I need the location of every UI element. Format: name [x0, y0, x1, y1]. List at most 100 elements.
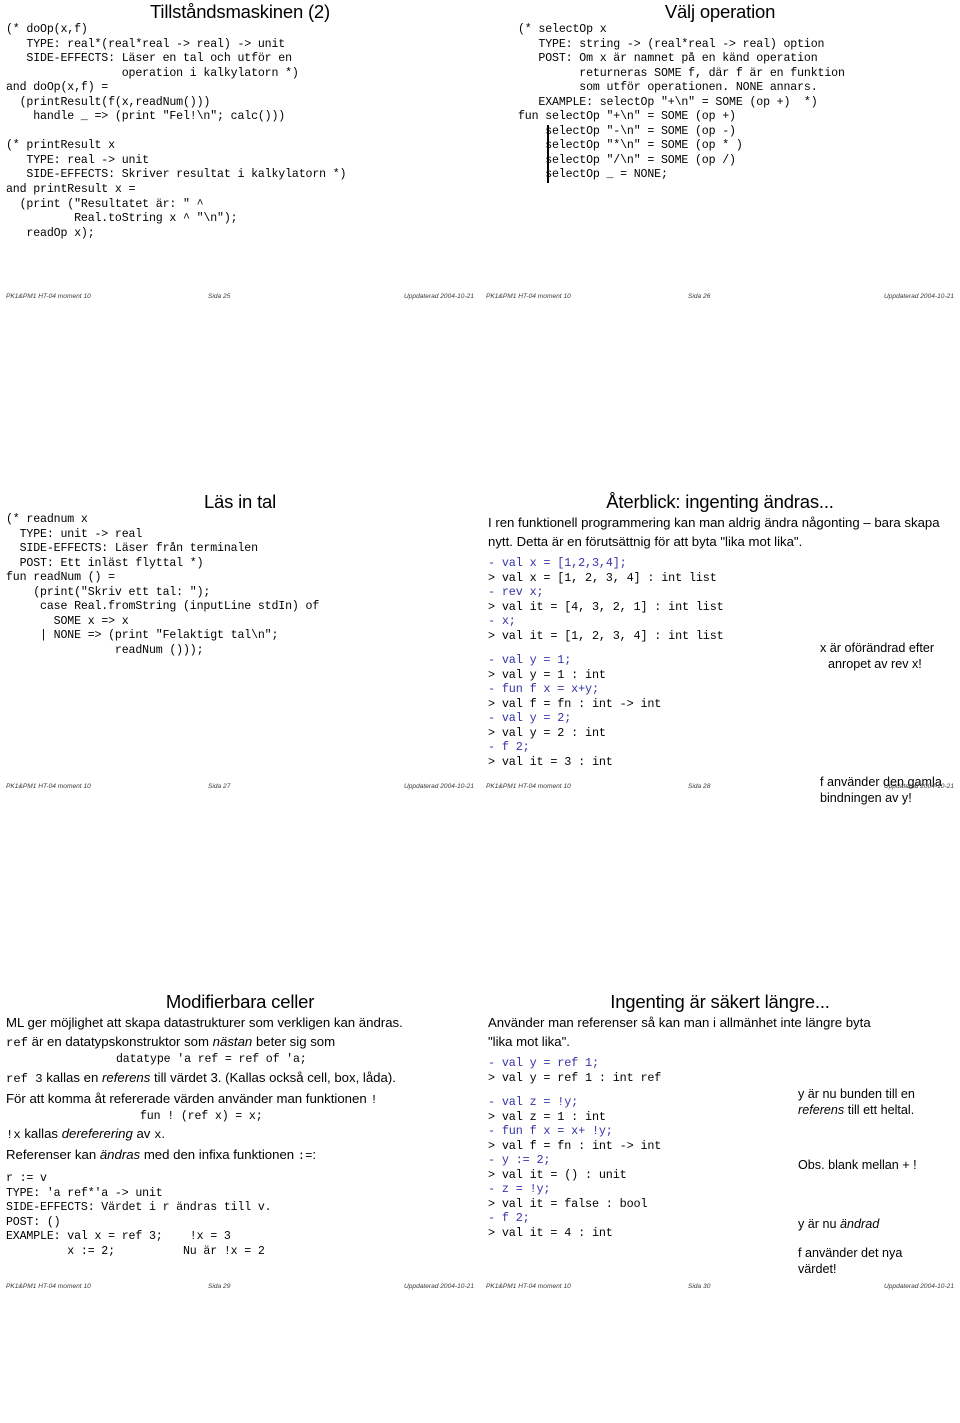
- footer-page: Sida 30: [688, 1283, 711, 1290]
- slide-intro-line-1: Använder man referenser så kan man i all…: [488, 1015, 871, 1030]
- slide-footer: PK1&PM1 HT-04 moment 10 Sida 30 Uppdater…: [480, 1283, 960, 1297]
- footer-course: PK1&PM1 HT-04 moment 10: [486, 293, 571, 300]
- code-clause: fun selectOp "+\n" = SOME (op +): [518, 110, 736, 124]
- slide-tillstandsmaskinen-2: Tillståndsmaskinen (2) (* doOp(x,f) TYPE…: [0, 0, 480, 433]
- annotation-1: x är oförändrad efter anropet av rev x!: [820, 641, 934, 672]
- annotation-1: y är nu bunden till en referens till ett…: [798, 1087, 915, 1118]
- text-line: ML ger möjlighet att skapa datastrukture…: [6, 1015, 403, 1030]
- slide-intro-line-2: "lika mot lika".: [488, 1034, 570, 1049]
- slide-body: ML ger möjlighet att skapa datastrukture…: [0, 1013, 480, 1259]
- code-clause: selectOp "*\n" = SOME (op * ): [518, 139, 743, 153]
- slide-modifierbara-celler: Modifierbara celler ML ger möjlighet att…: [0, 990, 480, 1423]
- text-emphasis: nästan: [212, 1034, 253, 1049]
- footer-updated: Uppdaterad 2004-10-21: [403, 783, 474, 790]
- text-fragment: :: [312, 1147, 317, 1163]
- slide-title: Tillståndsmaskinen (2): [150, 1, 330, 22]
- slide-footer: PK1&PM1 HT-04 moment 10 Sida 26 Uppdater…: [480, 293, 960, 307]
- footer-updated: Uppdaterad 2004-10-21: [883, 783, 954, 790]
- pattern-bar: [547, 125, 549, 184]
- transcript-input-line: - z = !y;: [488, 1182, 551, 1196]
- slide-footer: PK1&PM1 HT-04 moment 10 Sida 27 Uppdater…: [0, 783, 480, 797]
- annotation-2: Obs. blank mellan + !: [798, 1158, 917, 1174]
- text-fragment: För att komma åt refererade värden använ…: [6, 1090, 371, 1106]
- spec-line-example-2: x := 2; Nu är !x = 2: [6, 1244, 265, 1258]
- text-fragment: till värdet 3. (Kallas också cell, box, …: [150, 1069, 396, 1085]
- footer-page: Sida 25: [208, 293, 231, 300]
- text-fragment: beter sig som: [252, 1034, 336, 1049]
- transcript-input-line: - x;: [488, 614, 516, 628]
- footer-page: Sida 27: [208, 783, 231, 790]
- footer-course: PK1&PM1 HT-04 moment 10: [486, 1283, 571, 1290]
- inline-code-bang: !: [370, 1092, 378, 1107]
- code-block-spec: (* selectOp x TYPE: string -> (real*real…: [518, 23, 845, 109]
- spec-line-type: TYPE: 'a ref*'a -> unit: [6, 1186, 163, 1200]
- inline-code-bangx: !x: [6, 1128, 21, 1143]
- footer-course: PK1&PM1 HT-04 moment 10: [6, 783, 91, 790]
- transcript-output-line: > val it = false : bool: [488, 1196, 648, 1211]
- slide-body: (* readnum x TYPE: unit -> real SIDE-EFF…: [0, 513, 480, 658]
- footer-course: PK1&PM1 HT-04 moment 10: [6, 293, 91, 300]
- code-block: (* doOp(x,f) TYPE: real*(real*real -> re…: [6, 23, 347, 240]
- annotation-line-1: x är oförändrad efter: [820, 641, 935, 655]
- annotation-line-2: värdet!: [798, 1261, 837, 1276]
- slide-footer: PK1&PM1 HT-04 moment 10 Sida 25 Uppdater…: [0, 293, 480, 307]
- text-line: Referenser kan ändras med den infixa fun…: [6, 1145, 474, 1166]
- transcript-input-line: - fun f x = x+y;: [488, 682, 599, 696]
- slide-body: I ren funktionell programmering kan man …: [480, 513, 960, 805]
- slide-footer: PK1&PM1 HT-04 moment 10 Sida 28 Uppdater…: [480, 783, 960, 797]
- footer-page: Sida 26: [688, 293, 711, 300]
- slide-aterblick: Återblick: ingenting ändras... I ren fun…: [480, 490, 960, 923]
- text-emphasis: referens: [101, 1069, 151, 1085]
- code-clause: selectOp "-\n" = SOME (op -): [518, 124, 736, 138]
- slide-title: Återblick: ingenting ändras...: [606, 491, 834, 512]
- transcript-input-line: - val y = ref 1;: [488, 1056, 599, 1070]
- annotation-3: y är nu ändrad: [798, 1217, 879, 1233]
- text-line: ref är en datatypskonstruktor som nästan…: [6, 1032, 474, 1053]
- annotation-line-2: referens till ett heltal.: [798, 1102, 915, 1117]
- ml-transcript: - val y = ref 1; > val y = ref 1 : int re…: [488, 1056, 950, 1240]
- annotation-line-1: y är nu bunden till en: [798, 1087, 915, 1101]
- footer-updated: Uppdaterad 2004-10-21: [403, 1283, 474, 1290]
- transcript-input-line: - val x = [1,2,3,4];: [488, 556, 627, 570]
- slide-title: Välj operation: [664, 1, 776, 22]
- spec-line-post: POST: (): [6, 1215, 61, 1229]
- inline-code-ref3: ref 3: [6, 1071, 43, 1086]
- transcript-output-line: > val f = fn : int -> int: [488, 1138, 662, 1153]
- annotation-line-1: Obs. blank mellan + !: [798, 1158, 917, 1172]
- footer-page: Sida 28: [688, 783, 711, 790]
- transcript-input-line: - fun f x = x+ !y;: [488, 1124, 613, 1138]
- code-clause: selectOp "/\n" = SOME (op /): [518, 153, 736, 167]
- text-fragment: av: [132, 1126, 155, 1142]
- annotation-line-2: anropet av rev x!: [828, 656, 922, 671]
- spec-block: r := v TYPE: 'a ref*'a -> unit SIDE-EFFE…: [6, 1172, 474, 1259]
- slide-intro-text: I ren funktionell programmering kan man …: [488, 515, 940, 549]
- code-clause: selectOp _ = NONE;: [518, 168, 668, 182]
- footer-course: PK1&PM1 HT-04 moment 10: [486, 783, 571, 790]
- slide-ingenting-sakert: Ingenting är säkert längre... Använder m…: [480, 990, 960, 1423]
- text-line: ref 3 kallas en referens till värdet 3. …: [6, 1068, 474, 1089]
- code-datatype-decl: datatype 'a ref = ref of 'a;: [116, 1053, 307, 1066]
- text-emphasis: ändras: [99, 1147, 141, 1163]
- transcript-output-line: > val f = fn : int -> int: [488, 696, 662, 711]
- text-emphasis: dereferering: [61, 1126, 133, 1142]
- slide-body: (* selectOp x TYPE: string -> (real*real…: [480, 23, 960, 184]
- text-fragment: med den infixa funktionen: [140, 1147, 298, 1163]
- slide-title: Modifierbara celler: [165, 991, 315, 1012]
- text-fragment: .: [161, 1126, 166, 1142]
- code-block: (* readnum x TYPE: unit -> real SIDE-EFF…: [6, 513, 320, 657]
- text-fragment: kallas en: [46, 1069, 102, 1085]
- slide-title: Ingenting är säkert längre...: [610, 991, 830, 1012]
- slide-body: (* doOp(x,f) TYPE: real*(real*real -> re…: [0, 23, 480, 241]
- footer-updated: Uppdaterad 2004-10-21: [883, 1283, 954, 1290]
- annotation-4: f använder det nya värdet!: [798, 1246, 902, 1277]
- footer-page: Sida 29: [208, 1283, 231, 1290]
- slide-body: Använder man referenser så kan man i all…: [480, 1013, 960, 1276]
- slide-footer: PK1&PM1 HT-04 moment 10 Sida 29 Uppdater…: [0, 1283, 480, 1297]
- transcript-output-line: > val it = 4 : int: [488, 1225, 613, 1240]
- transcript-output-line: > val y = 2 : int: [488, 725, 606, 740]
- footer-course: PK1&PM1 HT-04 moment 10: [6, 1283, 91, 1290]
- transcript-input-line: - f 2;: [488, 1211, 530, 1225]
- annotation-line-1: y är nu ändrad: [798, 1217, 880, 1231]
- inline-code-assign: :=: [297, 1149, 313, 1164]
- text-line: För att komma åt refererade värden använ…: [6, 1089, 474, 1110]
